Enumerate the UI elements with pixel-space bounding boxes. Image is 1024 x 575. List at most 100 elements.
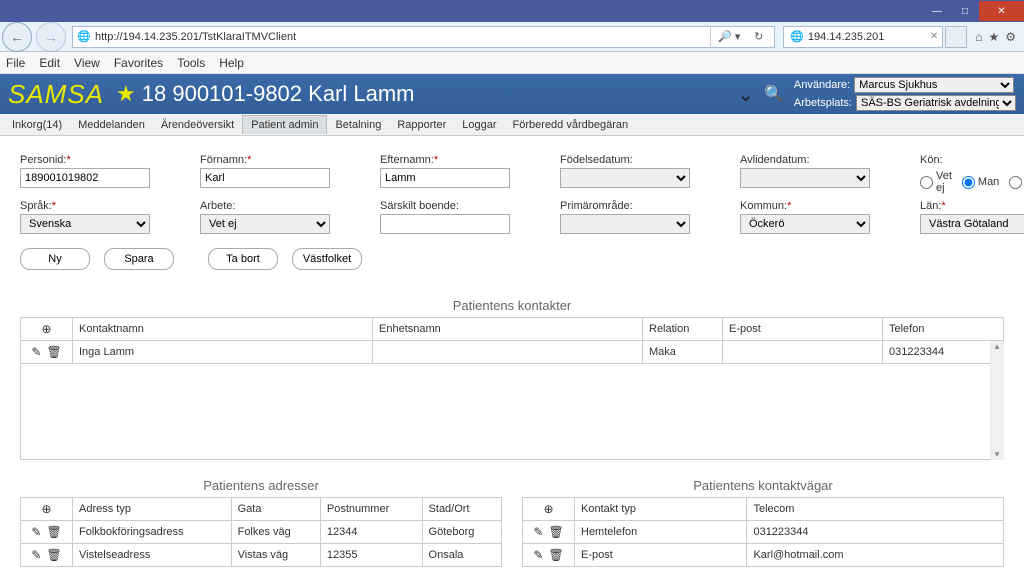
- url-actions: 🔎 ▾ ↻: [710, 26, 770, 48]
- tab-inkorg[interactable]: Inkorg(14): [4, 116, 70, 134]
- refresh-icon[interactable]: ↻: [754, 30, 763, 43]
- edit-icon[interactable]: ✎: [31, 548, 41, 562]
- user-select[interactable]: Marcus Sjukhus: [854, 77, 1014, 93]
- contactways-section: Patientens kontaktvägar ⊕ Kontakt typ Te…: [522, 478, 1004, 567]
- address-bar[interactable]: 🌐 http://194.14.235.201/TstKlaraITMVClie…: [72, 26, 775, 48]
- menu-edit[interactable]: Edit: [39, 56, 60, 70]
- personid-label: Personid:*: [20, 154, 180, 166]
- chevron-down-icon[interactable]: ⌄: [737, 82, 754, 107]
- search-icon[interactable]: 🔍: [764, 84, 784, 104]
- scrollbar[interactable]: ▴▾: [990, 341, 1004, 460]
- window-titlebar: — □ ✕: [0, 0, 1024, 22]
- tab-forberedd[interactable]: Förberedd vårdbegäran: [505, 116, 637, 134]
- table-row[interactable]: ✎ 🗑 Folkbokföringsadress Folkes väg 1234…: [21, 521, 502, 544]
- col-enhetsnamn: Enhetsnamn: [373, 318, 643, 341]
- close-button[interactable]: ✕: [979, 1, 1024, 21]
- contactways-title: Patientens kontaktvägar: [522, 478, 1004, 493]
- delete-icon[interactable]: 🗑: [46, 345, 61, 359]
- form-buttons: Ny Spara Ta bort Västfolket: [20, 248, 1004, 270]
- maximize-button[interactable]: □: [951, 1, 979, 21]
- avliden-label: Avlidendatum:: [740, 154, 900, 166]
- ny-button[interactable]: Ny: [20, 248, 90, 270]
- delete-icon[interactable]: 🗑: [46, 548, 61, 562]
- browser-menubar: File Edit View Favorites Tools Help: [0, 52, 1024, 74]
- contact-email: [723, 341, 883, 364]
- addresses-title: Patientens adresser: [20, 478, 502, 493]
- tab-rapporter[interactable]: Rapporter: [389, 116, 454, 134]
- search-dropdown-icon[interactable]: 🔎 ▾: [718, 30, 740, 43]
- menu-help[interactable]: Help: [219, 56, 244, 70]
- tab-close-icon[interactable]: ✕: [930, 31, 938, 42]
- tab-loggar[interactable]: Loggar: [454, 116, 504, 134]
- delete-icon[interactable]: 🗑: [548, 548, 563, 562]
- app-tabs: Inkorg(14) Meddelanden Ärendeöversikt Pa…: [0, 114, 1024, 136]
- table-header-row: ⊕ Kontakt typ Telecom: [523, 498, 1004, 521]
- table-row[interactable]: ✎ 🗑 E-post Karl@hotmail.com: [523, 544, 1004, 567]
- workplace-select[interactable]: SÄS-BS Geriatrisk avdelning: [856, 95, 1016, 111]
- personid-input[interactable]: [20, 168, 150, 188]
- avliden-select[interactable]: [740, 168, 870, 188]
- contact-phone: 031223344: [883, 341, 1004, 364]
- contacts-section: Patientens kontakter ⊕ Kontaktnamn Enhet…: [20, 298, 1004, 460]
- lan-select[interactable]: Västra Götaland: [920, 214, 1024, 234]
- forward-button[interactable]: →: [36, 22, 66, 52]
- tools-icon[interactable]: ⚙: [1005, 30, 1016, 44]
- add-contact-cell: ⊕: [21, 318, 73, 341]
- spara-button[interactable]: Spara: [104, 248, 174, 270]
- favorites-icon[interactable]: ★: [988, 30, 999, 44]
- kommun-label: Kommun:*: [740, 200, 900, 212]
- arbete-select[interactable]: Vet ej: [200, 214, 330, 234]
- browser-tab[interactable]: 🌐 194.14.235.201 ✕: [783, 26, 943, 48]
- table-header-row: ⊕ Kontaktnamn Enhetsnamn Relation E-post…: [21, 318, 1004, 341]
- sprak-label: Språk:*: [20, 200, 180, 212]
- menu-file[interactable]: File: [6, 56, 25, 70]
- tab-patient-admin[interactable]: Patient admin: [242, 115, 327, 134]
- patient-header: 18 900101-9802 Karl Lamm: [142, 81, 415, 107]
- star-icon[interactable]: ★: [116, 81, 136, 107]
- app-logo: SAMSA: [8, 79, 104, 110]
- col-telefon: Telefon: [883, 318, 1004, 341]
- tabort-button[interactable]: Ta bort: [208, 248, 278, 270]
- menu-view[interactable]: View: [74, 56, 100, 70]
- menu-tools[interactable]: Tools: [177, 56, 205, 70]
- scroll-down-icon[interactable]: ▾: [995, 449, 1000, 460]
- browser-navbar: ← → 🌐 http://194.14.235.201/TstKlaraITMV…: [0, 22, 1024, 52]
- kon-man[interactable]: Man: [962, 176, 999, 189]
- table-row[interactable]: ✎ 🗑 Hemtelefon 031223344: [523, 521, 1004, 544]
- edit-icon[interactable]: ✎: [533, 548, 543, 562]
- kommun-select[interactable]: Öckerö: [740, 214, 870, 234]
- workplace-label: Arbetsplats:: [794, 97, 852, 109]
- add-icon[interactable]: ⊕: [543, 502, 553, 516]
- addresses-section: Patientens adresser ⊕ Adress typ Gata Po…: [20, 478, 502, 567]
- sarskilt-input[interactable]: [380, 214, 510, 234]
- fodelse-select[interactable]: [560, 168, 690, 188]
- add-icon[interactable]: ⊕: [41, 322, 51, 336]
- tab-meddelanden[interactable]: Meddelanden: [70, 116, 153, 134]
- menu-favorites[interactable]: Favorites: [114, 56, 163, 70]
- efternamn-input[interactable]: [380, 168, 510, 188]
- patient-form: Personid:* Förnamn:* Efternamn:* Födelse…: [20, 154, 1004, 234]
- kon-radios: Vet ej Man Kvinna: [920, 168, 1024, 194]
- edit-icon[interactable]: ✎: [31, 345, 41, 359]
- table-row[interactable]: ✎ 🗑 Inga Lamm Maka 031223344: [21, 341, 1004, 364]
- tab-arendeoversikt[interactable]: Ärendeöversikt: [153, 116, 242, 134]
- fornamn-input[interactable]: [200, 168, 330, 188]
- vastfolket-button[interactable]: Västfolket: [292, 248, 362, 270]
- home-icon[interactable]: ⌂: [975, 30, 982, 44]
- new-tab-button[interactable]: [945, 26, 967, 48]
- kon-vetej[interactable]: Vet ej: [920, 170, 952, 194]
- kon-kvinna[interactable]: Kvinna: [1009, 176, 1024, 189]
- contactways-table: ⊕ Kontakt typ Telecom ✎ 🗑 Hemtelefon 031…: [522, 497, 1004, 567]
- kon-label: Kön:: [920, 154, 1024, 166]
- primar-select[interactable]: [560, 214, 690, 234]
- back-button[interactable]: ←: [2, 22, 32, 52]
- main-content: Personid:* Förnamn:* Efternamn:* Födelse…: [0, 136, 1024, 575]
- arbete-label: Arbete:: [200, 200, 360, 212]
- add-icon[interactable]: ⊕: [41, 502, 51, 516]
- minimize-button[interactable]: —: [923, 1, 951, 21]
- sprak-select[interactable]: Svenska: [20, 214, 150, 234]
- tab-betalning[interactable]: Betalning: [327, 116, 389, 134]
- table-row[interactable]: ✎ 🗑 Vistelseadress Vistas väg 12355 Onsa…: [21, 544, 502, 567]
- scroll-up-icon[interactable]: ▴: [995, 341, 1000, 352]
- tab-title: 194.14.235.201: [808, 31, 884, 43]
